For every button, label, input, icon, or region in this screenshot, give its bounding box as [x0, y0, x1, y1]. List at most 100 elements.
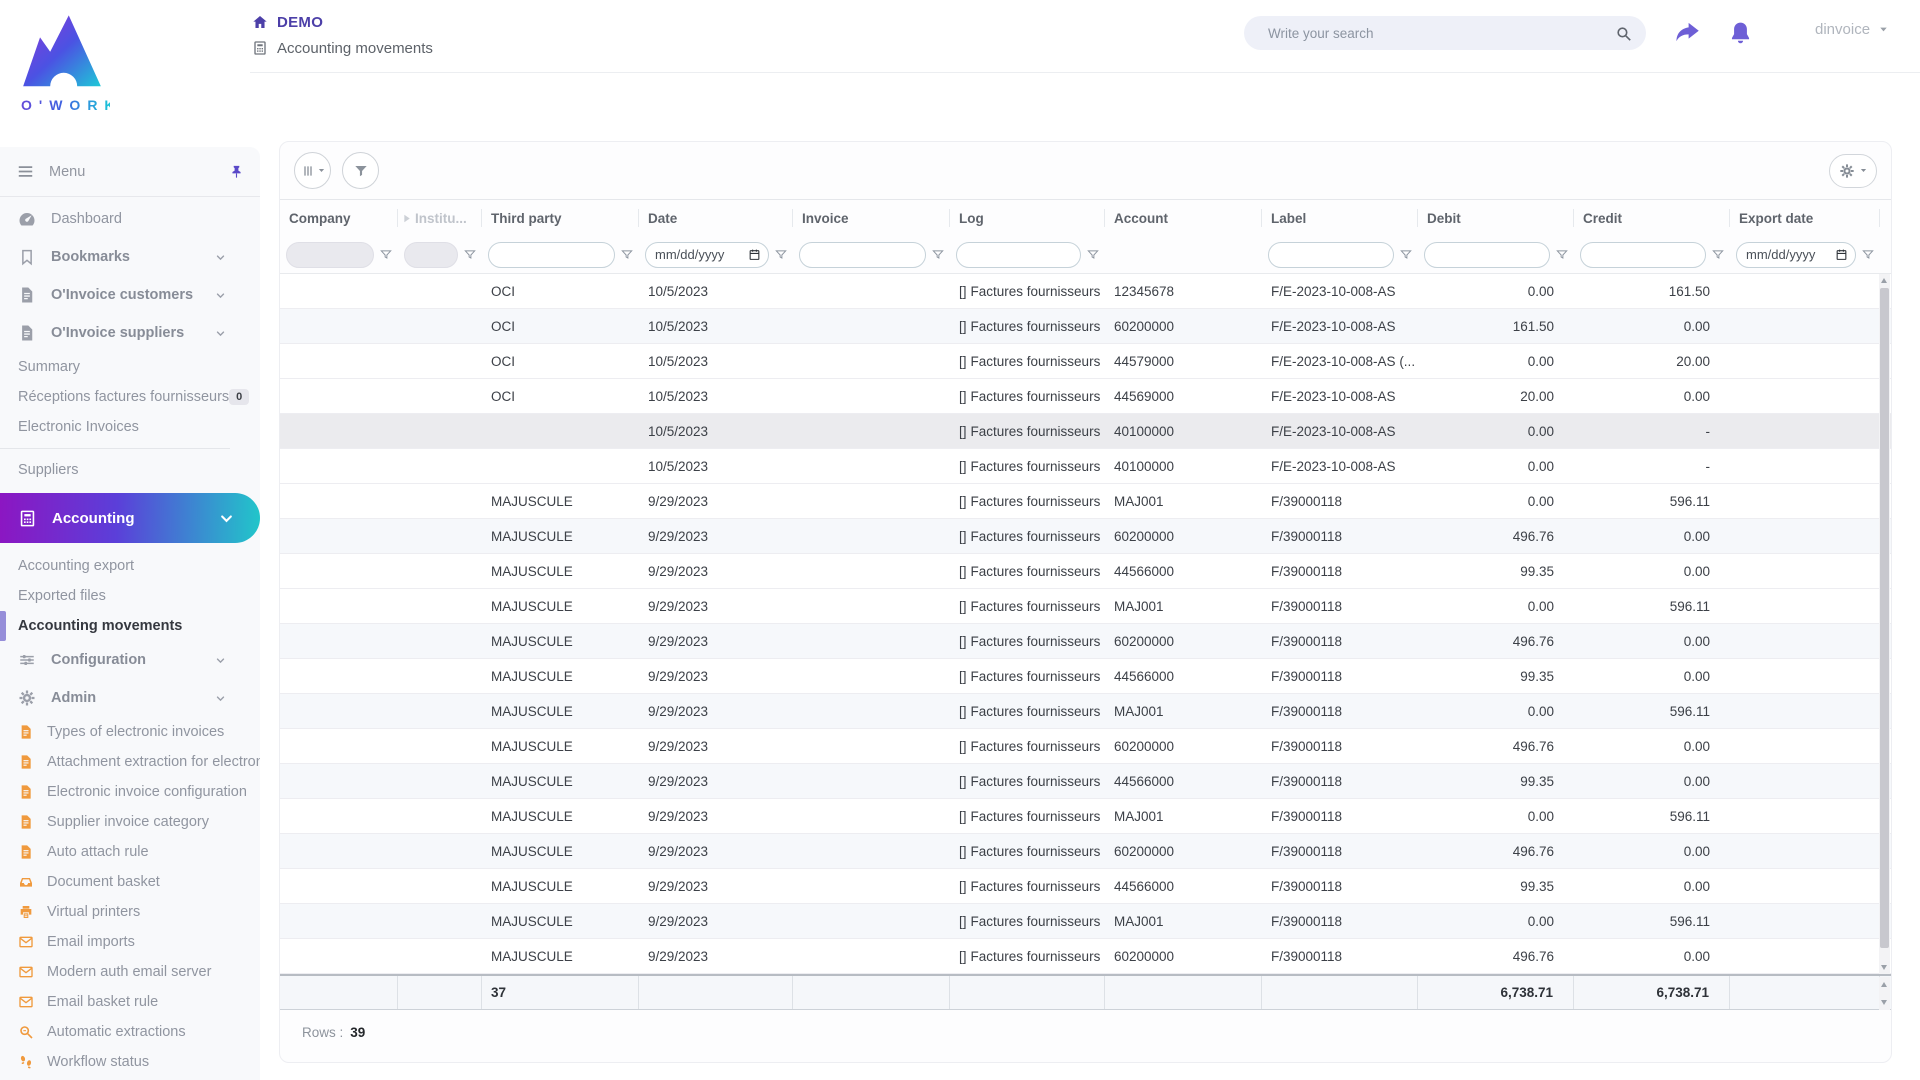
sidebar-item-attachment-extraction-for-electroni[interactable]: Attachment extraction for electroni	[0, 747, 260, 777]
column-header-log[interactable]: Log	[950, 200, 1105, 236]
sidebar-item-o-invoice-customers[interactable]: O'Invoice customers	[0, 276, 260, 314]
sidebar-item-types-of-electronic-invoices[interactable]: Types of electronic invoices	[0, 717, 260, 747]
document-icon	[18, 754, 34, 770]
table-row[interactable]: OCI 10/5/2023 [] Factures fournisseurs 60200…	[280, 309, 1891, 344]
table-row[interactable]: 10/5/2023 [] Factures fournisseurs 40100000…	[280, 449, 1891, 484]
sidebar-item-o-invoice-suppliers[interactable]: O'Invoice suppliers	[0, 314, 260, 352]
hamburger-menu-icon[interactable]	[16, 162, 35, 181]
sidebar-item-automatic-extractions[interactable]: Automatic extractions	[0, 1017, 260, 1047]
sidebar-item-dashboard[interactable]: Dashboard	[0, 200, 260, 238]
cell-third_party: MAJUSCULE	[491, 493, 573, 509]
filter-date-input-export_date[interactable]: mm/dd/yyyy	[1736, 241, 1856, 268]
table-row[interactable]: MAJUSCULE 9/29/2023 [] Factures fournisseur…	[280, 624, 1891, 659]
table-settings-button[interactable]	[1829, 153, 1877, 188]
filter-input-log[interactable]	[956, 241, 1081, 268]
sidebar-item-r-ceptions-factures-fournisseurs[interactable]: Réceptions factures fournisseurs 0	[0, 382, 260, 412]
column-header-invoice[interactable]: Invoice	[793, 200, 950, 236]
notifications-button[interactable]	[1727, 20, 1754, 47]
app-logo[interactable]: O'WORK	[14, 12, 115, 113]
cell-invoice	[793, 449, 950, 483]
scroll-down-icon[interactable]	[1881, 965, 1887, 970]
filter-button[interactable]	[342, 152, 379, 189]
cell-credit: 596.11	[1669, 493, 1710, 509]
sidebar-item-accounting[interactable]: Accounting	[0, 493, 260, 543]
sidebar-item-email-imports[interactable]: Email imports	[0, 927, 260, 957]
pin-sidebar-icon[interactable]	[229, 164, 244, 179]
sidebar-item-auto-attach-rule[interactable]: Auto attach rule	[0, 837, 260, 867]
sidebar-item-email-basket-rule[interactable]: Email basket rule	[0, 987, 260, 1017]
sidebar-item-summary[interactable]: Summary	[0, 352, 260, 382]
column-header-third_party[interactable]: Third party	[482, 200, 639, 236]
sidebar-item-electronic-invoices[interactable]: Electronic Invoices	[0, 412, 260, 442]
sidebar-item-suppliers[interactable]: Suppliers	[0, 455, 260, 485]
search-input[interactable]	[1268, 25, 1615, 41]
filter-cell-institution	[398, 236, 482, 273]
filter-cell-third_party	[482, 236, 639, 273]
column-header-institution[interactable]: Institu...	[398, 200, 482, 236]
table-row[interactable]: 10/5/2023 [] Factures fournisseurs 40100000…	[280, 414, 1891, 449]
filter-input-label[interactable]	[1268, 241, 1394, 268]
table-row[interactable]: MAJUSCULE 9/29/2023 [] Factures fournisseur…	[280, 484, 1891, 519]
sidebar-item-electronic-invoice-configuration[interactable]: Electronic invoice configuration	[0, 777, 260, 807]
column-header-label[interactable]: Label	[1262, 200, 1418, 236]
totals-scrollbar[interactable]	[1879, 977, 1890, 1010]
column-header-debit[interactable]: Debit	[1418, 200, 1574, 236]
global-search	[1244, 16, 1646, 50]
filter-input-invoice[interactable]	[799, 241, 926, 268]
filter-input-third_party[interactable]	[488, 241, 615, 268]
sidebar-item-accounting-movements[interactable]: Accounting movements	[0, 611, 260, 641]
filter-input-credit[interactable]	[1580, 241, 1706, 268]
table-row[interactable]: MAJUSCULE 9/29/2023 [] Factures fournisseur…	[280, 519, 1891, 554]
sidebar-item-accounting-export[interactable]: Accounting export	[0, 551, 260, 581]
log-label: Factures fournisseurs	[970, 598, 1101, 614]
table-row[interactable]: MAJUSCULE 9/29/2023 [] Factures fournisseur…	[280, 589, 1891, 624]
filter-input-debit[interactable]	[1424, 241, 1550, 268]
scroll-down-icon[interactable]	[1881, 1000, 1887, 1005]
table-row[interactable]: MAJUSCULE 9/29/2023 [] Factures fournisseur…	[280, 764, 1891, 799]
sidebar-item-supplier-invoice-category[interactable]: Supplier invoice category	[0, 807, 260, 837]
total-cell-debit: 6,738.71	[1418, 976, 1574, 1009]
filter-date-input-date[interactable]: mm/dd/yyyy	[645, 241, 769, 268]
column-header-date[interactable]: Date	[639, 200, 793, 236]
column-header-account[interactable]: Account	[1105, 200, 1262, 236]
sidebar-item-bookmarks[interactable]: Bookmarks	[0, 238, 260, 276]
columns-button[interactable]	[294, 152, 331, 189]
scrollbar-thumb[interactable]	[1880, 288, 1889, 948]
table-row[interactable]: MAJUSCULE 9/29/2023 [] Factures fournisseur…	[280, 869, 1891, 904]
share-button[interactable]	[1674, 20, 1701, 47]
table-row[interactable]: MAJUSCULE 9/29/2023 [] Factures fournisseur…	[280, 729, 1891, 764]
table-row[interactable]: MAJUSCULE 9/29/2023 [] Factures fournisseur…	[280, 694, 1891, 729]
table-row[interactable]: OCI 10/5/2023 [] Factures fournisseurs 12345…	[280, 274, 1891, 309]
sidebar-item-modern-auth-email-server[interactable]: Modern auth email server	[0, 957, 260, 987]
scroll-up-icon[interactable]	[1881, 278, 1887, 283]
table-row[interactable]: MAJUSCULE 9/29/2023 [] Factures fournisseur…	[280, 834, 1891, 869]
filter-funnel-icon	[931, 248, 945, 262]
column-header-company[interactable]: Company	[280, 200, 398, 236]
sidebar-item-admin[interactable]: Admin	[0, 679, 260, 717]
breadcrumb-app[interactable]: DEMO	[252, 10, 433, 34]
table-row[interactable]: MAJUSCULE 9/29/2023 [] Factures fournisseur…	[280, 799, 1891, 834]
vertical-scrollbar[interactable]	[1879, 274, 1890, 974]
sidebar-item-workflow-status[interactable]: Workflow status	[0, 1047, 260, 1077]
table-row[interactable]: OCI 10/5/2023 [] Factures fournisseurs 44569…	[280, 379, 1891, 414]
scroll-up-icon[interactable]	[1881, 982, 1887, 987]
column-label: Company	[289, 210, 351, 226]
filter-cell-export_date: mm/dd/yyyy	[1730, 236, 1880, 273]
cell-export_date	[1730, 519, 1880, 553]
table-row[interactable]: MAJUSCULE 9/29/2023 [] Factures fournisseur…	[280, 904, 1891, 939]
column-header-credit[interactable]: Credit	[1574, 200, 1730, 236]
table-row[interactable]: OCI 10/5/2023 [] Factures fournisseurs 44579…	[280, 344, 1891, 379]
sidebar-item-configuration[interactable]: Configuration	[0, 641, 260, 679]
table-row[interactable]: MAJUSCULE 9/29/2023 [] Factures fournisseur…	[280, 939, 1891, 974]
table-row[interactable]: MAJUSCULE 9/29/2023 [] Factures fournisseur…	[280, 659, 1891, 694]
cell-date: 9/29/2023	[648, 633, 709, 649]
sidebar-item-document-basket[interactable]: Document basket	[0, 867, 260, 897]
sidebar-item-label: Accounting	[52, 509, 135, 527]
search-icon[interactable]	[1615, 25, 1632, 42]
table-row[interactable]: MAJUSCULE 9/29/2023 [] Factures fournisseur…	[280, 554, 1891, 589]
sidebar-item-exported-files[interactable]: Exported files	[0, 581, 260, 611]
column-header-export_date[interactable]: Export date	[1730, 200, 1880, 236]
user-menu[interactable]: dinvoice	[1815, 21, 1889, 38]
sidebar-item-virtual-printers[interactable]: Virtual printers	[0, 897, 260, 927]
cell-debit: 496.76	[1512, 948, 1554, 964]
